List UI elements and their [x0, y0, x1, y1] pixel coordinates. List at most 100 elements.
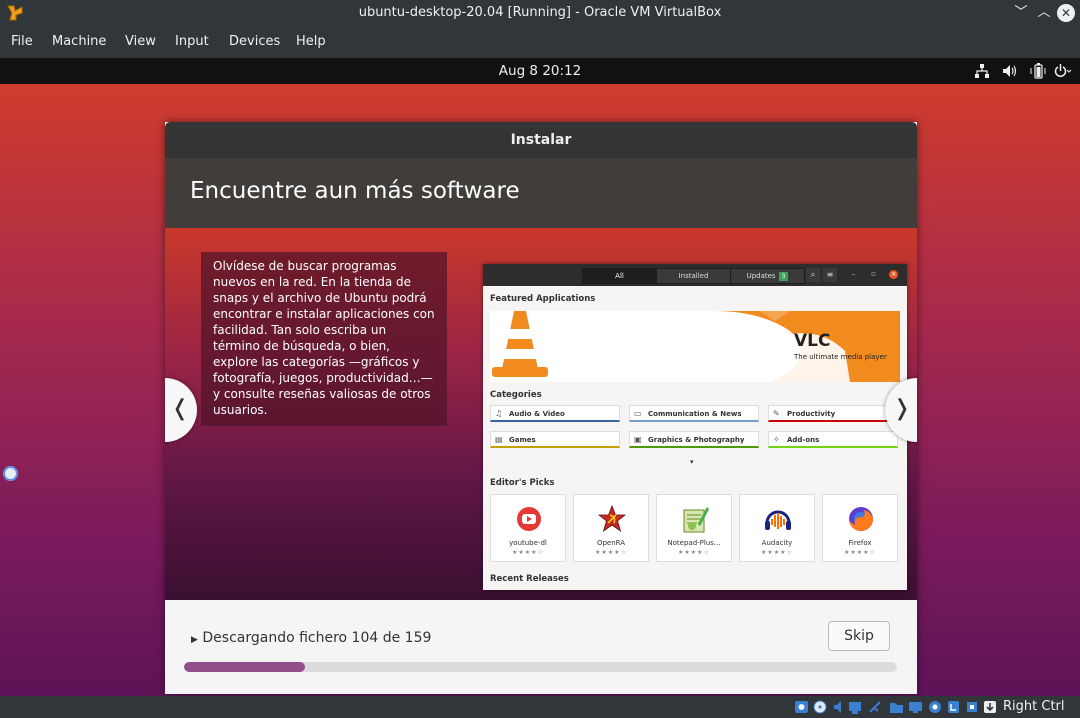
tab-updates-label: Updates — [746, 272, 776, 280]
optical-drive-icon[interactable] — [813, 700, 827, 714]
video-capture-icon[interactable] — [948, 701, 959, 713]
tab-updates: Updates 3 — [730, 268, 805, 284]
close-icon: × — [889, 270, 898, 279]
tab-all: All — [582, 268, 657, 284]
app-card-notepad-plus: Notepad-Plus... ★★★★☆ — [656, 494, 732, 562]
slide-description: Olvídese de buscar programas nuevos en l… — [201, 252, 447, 426]
categories-label: Categories — [490, 390, 542, 400]
menu-file[interactable]: File — [11, 34, 33, 49]
software-headerbar: All Installed Updates 3 ⌕ ≡ – ▫ × — [483, 264, 907, 286]
host-menubar: File Machine View Input Devices Help — [0, 26, 1080, 58]
network-icon[interactable] — [849, 702, 861, 714]
image-icon: ▣ — [634, 435, 642, 444]
menu-input[interactable]: Input — [175, 34, 209, 49]
audio-icon[interactable] — [834, 701, 841, 713]
maximize-icon: ▫ — [871, 270, 876, 278]
recording-icon[interactable] — [929, 701, 941, 713]
category-label: Add-ons — [787, 436, 820, 444]
featured-banner: VLC The ultimate media player — [490, 311, 900, 382]
category-label: Audio & Video — [509, 410, 565, 418]
category-productivity: ✎ Productivity — [768, 405, 898, 422]
menu-help[interactable]: Help — [296, 34, 326, 49]
category-label: Games — [509, 436, 536, 444]
gamepad-icon: ▤ — [495, 435, 503, 444]
expand-chevron-icon: ▾ — [690, 458, 694, 466]
network-wired-icon[interactable] — [974, 63, 990, 79]
cpu-icon[interactable] — [967, 702, 977, 712]
slide-title: Encuentre aun más software — [190, 178, 520, 204]
host-titlebar: ubuntu-desktop-20.04 [Running] - Oracle … — [0, 0, 1080, 26]
download-progress-label[interactable]: ▶ Descargando fichero 104 de 159 — [191, 630, 431, 646]
shared-folder-icon[interactable] — [890, 703, 903, 713]
app-name: OpenRA — [596, 539, 626, 547]
hamburger-menu-icon: ≡ — [823, 268, 837, 282]
app-rating: ★★★★☆ — [678, 549, 710, 556]
skip-button[interactable]: Skip — [828, 621, 890, 651]
category-games: ▤ Games — [490, 431, 620, 448]
app-card-youtube-dl: youtube-dl ★★★★☆ — [490, 494, 566, 562]
notepad-plus-icon — [683, 507, 709, 533]
app-rating: ★★★★☆ — [761, 549, 793, 556]
download-progress-text: Descargando fichero 104 de 159 — [202, 630, 432, 646]
mouse-integration-handle[interactable] — [3, 466, 18, 481]
volume-icon[interactable] — [1002, 63, 1018, 79]
minimize-icon[interactable]: ﹀ — [1011, 3, 1031, 23]
app-rating: ★★★★☆ — [595, 549, 627, 556]
installer-header: Instalar — [165, 122, 917, 158]
install-progress-bar — [184, 662, 897, 672]
audacity-icon — [765, 510, 791, 530]
tab-installed: Installed — [656, 268, 731, 284]
power-menu-icon[interactable] — [1052, 63, 1072, 79]
app-name: youtube-dl — [509, 539, 547, 547]
app-name: Firefox — [848, 539, 872, 547]
maximize-icon[interactable]: ︿ — [1034, 3, 1054, 23]
host-key-label: Right Ctrl — [1003, 699, 1065, 714]
firefox-icon — [849, 507, 873, 531]
puzzle-icon: ✧ — [773, 435, 780, 444]
editors-picks-label: Editor's Picks — [490, 478, 555, 488]
openra-icon — [598, 505, 626, 532]
chat-icon: ▭ — [634, 409, 642, 418]
category-graphics: ▣ Graphics & Photography — [629, 431, 759, 448]
window-title: ubuntu-desktop-20.04 [Running] - Oracle … — [358, 5, 722, 20]
menu-devices[interactable]: Devices — [229, 34, 280, 49]
app-rating: ★★★★☆ — [512, 549, 544, 556]
software-center-screenshot: All Installed Updates 3 ⌕ ≡ – ▫ × Feature… — [483, 264, 907, 590]
guest-topbar: Aug 8 20:12 — [0, 58, 1080, 84]
display-icon[interactable] — [909, 702, 922, 713]
host-statusbar: Right Ctrl — [0, 696, 1080, 718]
app-rating: ★★★★☆ — [844, 549, 876, 556]
app-name: Audacity — [761, 539, 793, 547]
category-label: Communication & News — [648, 410, 742, 418]
hard-disk-icon[interactable] — [795, 701, 808, 713]
clock[interactable]: Aug 8 20:12 — [0, 63, 1080, 79]
install-progress-fill — [184, 662, 306, 672]
slideshow: Olvídese de buscar programas nuevos en l… — [165, 228, 917, 600]
menu-view[interactable]: View — [125, 34, 156, 49]
slide-banner: Encuentre aun más software — [165, 158, 917, 228]
search-icon: ⌕ — [806, 268, 820, 282]
featured-label: Featured Applications — [490, 294, 596, 304]
installer-title: Instalar — [510, 132, 572, 148]
category-label: Graphics & Photography — [648, 436, 745, 444]
installer-window: Instalar Encuentre aun más software Olví… — [165, 122, 917, 694]
close-icon[interactable]: ✕ — [1057, 4, 1075, 22]
app-card-audacity: Audacity ★★★★☆ — [739, 494, 815, 562]
updates-count-badge: 3 — [778, 272, 789, 281]
category-addons: ✧ Add-ons — [768, 431, 898, 448]
pencil-icon: ✎ — [773, 409, 780, 418]
app-card-openra: OpenRA ★★★★☆ — [573, 494, 649, 562]
usb-icon[interactable] — [869, 701, 881, 713]
category-communication: ▭ Communication & News — [629, 405, 759, 422]
minimize-icon: – — [851, 270, 856, 278]
slide-previous-button[interactable]: ❬ — [165, 378, 197, 442]
menu-machine[interactable]: Machine — [52, 34, 106, 49]
expander-arrow-icon[interactable]: ▶ — [191, 635, 198, 645]
recent-releases-label: Recent Releases — [490, 574, 569, 584]
featured-app-name: VLC — [794, 331, 831, 351]
battery-icon[interactable] — [1030, 63, 1048, 79]
category-audio-video: ♫ Audio & Video — [490, 405, 620, 422]
vm-status-icons — [795, 700, 996, 714]
app-card-firefox: Firefox ★★★★☆ — [822, 494, 898, 562]
arrow-down-icon[interactable] — [984, 701, 996, 713]
